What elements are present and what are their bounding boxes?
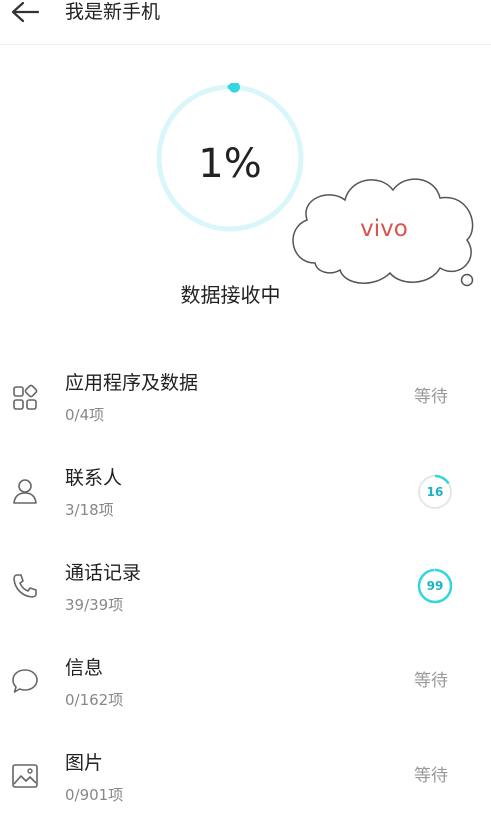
page-title: 我是新手机 [65,1,161,23]
list-item-apps[interactable]: 应用程序及数据 0/4项 等待 [0,360,491,440]
progress-value: 99 [426,579,444,593]
list-item-contacts[interactable]: 联系人 3/18项 16 [0,455,491,535]
phone-icon [13,574,37,598]
item-count: 39/39项 [65,596,124,614]
item-count: 0/901项 [65,786,124,804]
item-label: 应用程序及数据 [65,372,199,394]
arrow-left-icon[interactable] [10,0,40,26]
item-label: 联系人 [65,467,123,489]
status-waiting: 等待 [414,766,448,786]
list-item-pictures[interactable]: 图片 0/901项 等待 [0,740,491,820]
status-waiting: 等待 [414,671,448,691]
top-bar: 我是新手机 [0,0,491,45]
progress-percent: 1% [198,141,262,187]
item-label: 信息 [65,657,104,679]
item-count: 3/18项 [65,501,114,519]
progress-value: 16 [426,485,444,499]
item-count: 0/4项 [65,406,105,424]
item-label: 通话记录 [65,562,142,584]
apps-grid-icon [13,384,38,410]
picture-icon [12,764,38,788]
status-waiting: 等待 [414,387,448,407]
item-count: 0/162项 [65,691,124,709]
contact-person-icon [13,479,37,504]
list-item-call-log[interactable]: 通话记录 39/39项 99 [0,550,491,630]
message-bubble-icon [12,669,38,693]
transfer-status: 数据接收中 [180,283,281,307]
vivo-logo-text: vivo [360,216,408,242]
list-item-messages[interactable]: 信息 0/162项 等待 [0,645,491,725]
item-label: 图片 [65,752,104,774]
